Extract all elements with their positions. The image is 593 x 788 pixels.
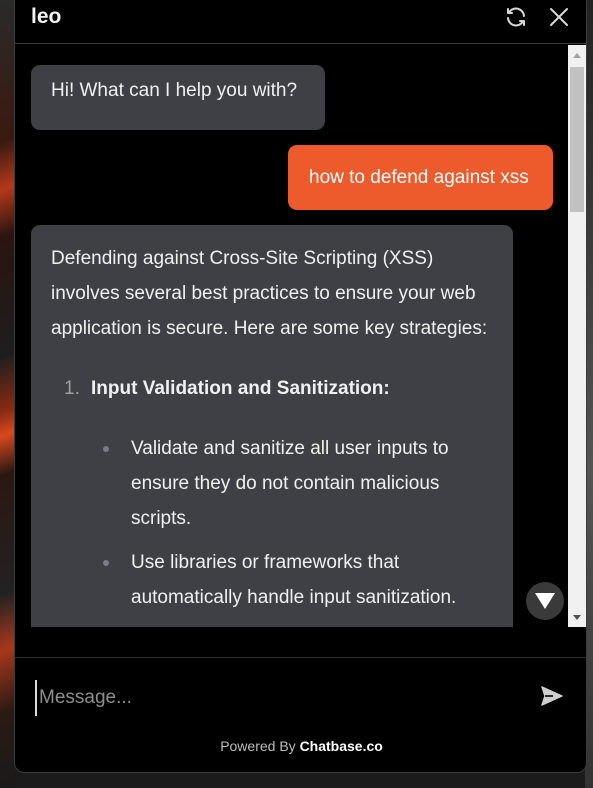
message-list[interactable]: Hi! What can I help you with? how to def… [15,45,566,627]
bullet-item: Validate and sanitize all user inputs to… [51,431,493,536]
triangle-down-icon [535,593,555,609]
message-input[interactable] [35,680,515,716]
send-icon[interactable] [540,684,564,708]
message-intro: Defending against Cross-Site Scripting (… [51,248,488,339]
list-number: 1. [64,378,80,399]
bullet-text: Use libraries or frameworks that automat… [131,552,457,608]
bullet-text: Validate and sanitize all user inputs to… [131,438,449,529]
message-text: how to defend against xss [309,167,529,188]
powered-by-label: Powered By [220,738,296,754]
composer-divider [15,657,586,658]
scroll-down-arrow-icon[interactable] [573,615,581,620]
brand-link[interactable]: Chatbase.co [300,738,383,754]
chat-title: leo [31,5,62,28]
scrollbar[interactable] [568,45,586,627]
scroll-up-arrow-icon[interactable] [573,53,581,58]
bullet-dot [103,446,109,452]
scroll-to-bottom-button[interactable] [526,582,564,620]
bot-message: Defending against Cross-Site Scripting (… [31,225,513,627]
bullet-dot [103,560,109,566]
powered-by-footer: Powered By Chatbase.co [15,738,586,754]
bullet-item: Use libraries or frameworks that automat… [51,545,493,615]
scrollbar-thumb[interactable] [570,67,584,212]
close-icon[interactable] [547,5,571,29]
chat-header: leo [15,0,586,44]
refresh-icon[interactable] [504,5,528,29]
list-item: 1. Input Validation and Sanitization: [51,371,493,406]
chat-widget: leo Hi! What can I help you with? how to… [14,0,587,773]
user-message: how to defend against xss [288,145,553,210]
bot-message: Hi! What can I help you with? [31,65,325,130]
list-item-title: Input Validation and Sanitization: [91,378,390,399]
message-text: Hi! What can I help you with? [51,80,298,101]
